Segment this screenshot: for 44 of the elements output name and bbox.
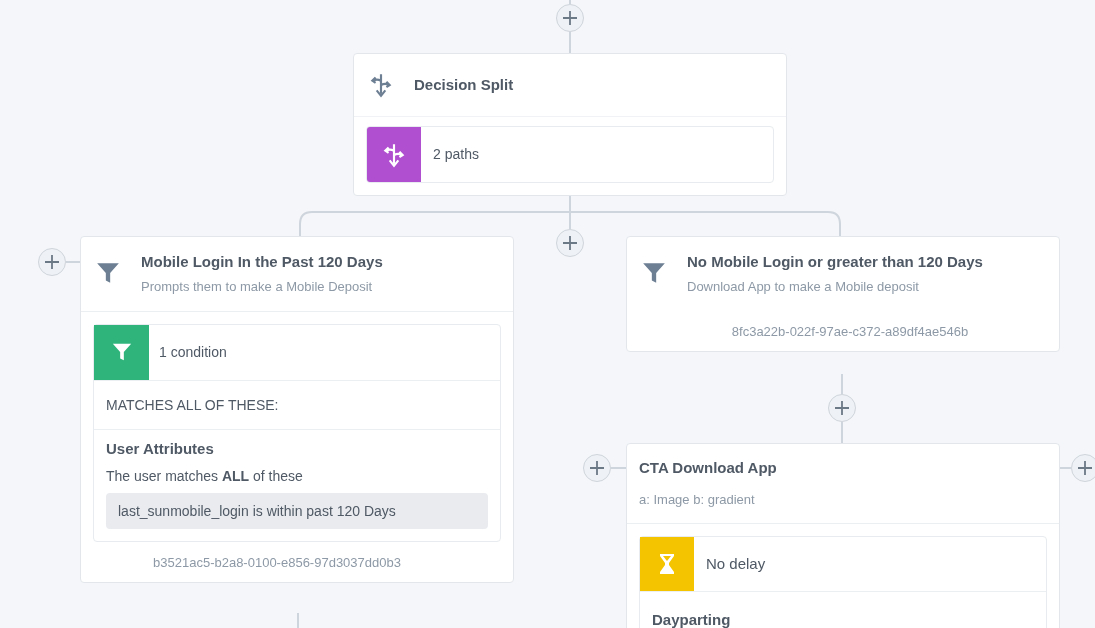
connector-line	[569, 31, 571, 54]
decision-split-card[interactable]: Decision Split 2 paths	[353, 53, 787, 196]
node-title: Decision Split	[414, 74, 514, 95]
add-step-button[interactable]	[556, 4, 584, 32]
add-step-button[interactable]	[828, 394, 856, 422]
connector-line	[841, 373, 843, 395]
node-title: Mobile Login In the Past 120 Days	[141, 252, 383, 272]
add-step-button[interactable]	[583, 454, 611, 482]
connector-line	[1059, 467, 1072, 469]
connector-line	[569, 0, 571, 5]
match-heading: MATCHES ALL OF THESE:	[106, 396, 279, 413]
paths-count: 2 paths	[433, 145, 479, 164]
node-description: a: Image b: gradient	[639, 490, 756, 509]
hourglass-icon	[659, 553, 675, 575]
funnel-icon	[110, 341, 133, 363]
plus-icon	[562, 235, 578, 251]
condition-count: 1 condition	[159, 342, 227, 362]
node-title: CTA Download App	[639, 458, 778, 478]
node-description: Download App to make a Mobile deposit	[687, 278, 920, 296]
node-description: Prompts them to make a Mobile Deposit	[141, 278, 374, 296]
connector-line	[297, 612, 299, 628]
plus-icon	[834, 400, 850, 416]
plus-icon	[589, 460, 605, 476]
message-node-card[interactable]: CTA Download App a: Image b: gradient No delay Dayparting	[626, 443, 1060, 628]
add-step-button[interactable]	[556, 229, 584, 257]
group-description: The user matches ALL of these	[106, 467, 304, 486]
filter-node-card[interactable]: No Mobile Login or greater than 120 Days Download App to make a Mobile deposit 8fc3a22b-022f-97ae-c372-a89df4ae546b	[626, 236, 1060, 352]
add-step-button[interactable]	[38, 248, 66, 276]
connector-line	[841, 421, 843, 444]
connector-line	[65, 261, 81, 263]
group-title: User Attributes	[106, 438, 215, 459]
node-id: b3521ac5-b2a8-0100-e856-97d3037dd0b3	[153, 555, 401, 570]
add-step-button[interactable]	[1071, 454, 1095, 482]
filter-node-card[interactable]	[80, 236, 514, 583]
section-title: Dayparting	[652, 611, 731, 628]
split-arrows-icon	[368, 72, 394, 98]
delay-label: No delay	[706, 553, 766, 574]
connector-line	[610, 467, 627, 469]
node-id: 8fc3a22b-022f-97ae-c372-a89df4ae546b	[731, 323, 969, 339]
plus-icon	[1077, 460, 1093, 476]
plus-icon	[44, 254, 60, 270]
plus-icon	[562, 10, 578, 26]
node-title: No Mobile Login or greater than 120 Days	[687, 252, 983, 272]
split-arrows-icon	[381, 141, 407, 168]
